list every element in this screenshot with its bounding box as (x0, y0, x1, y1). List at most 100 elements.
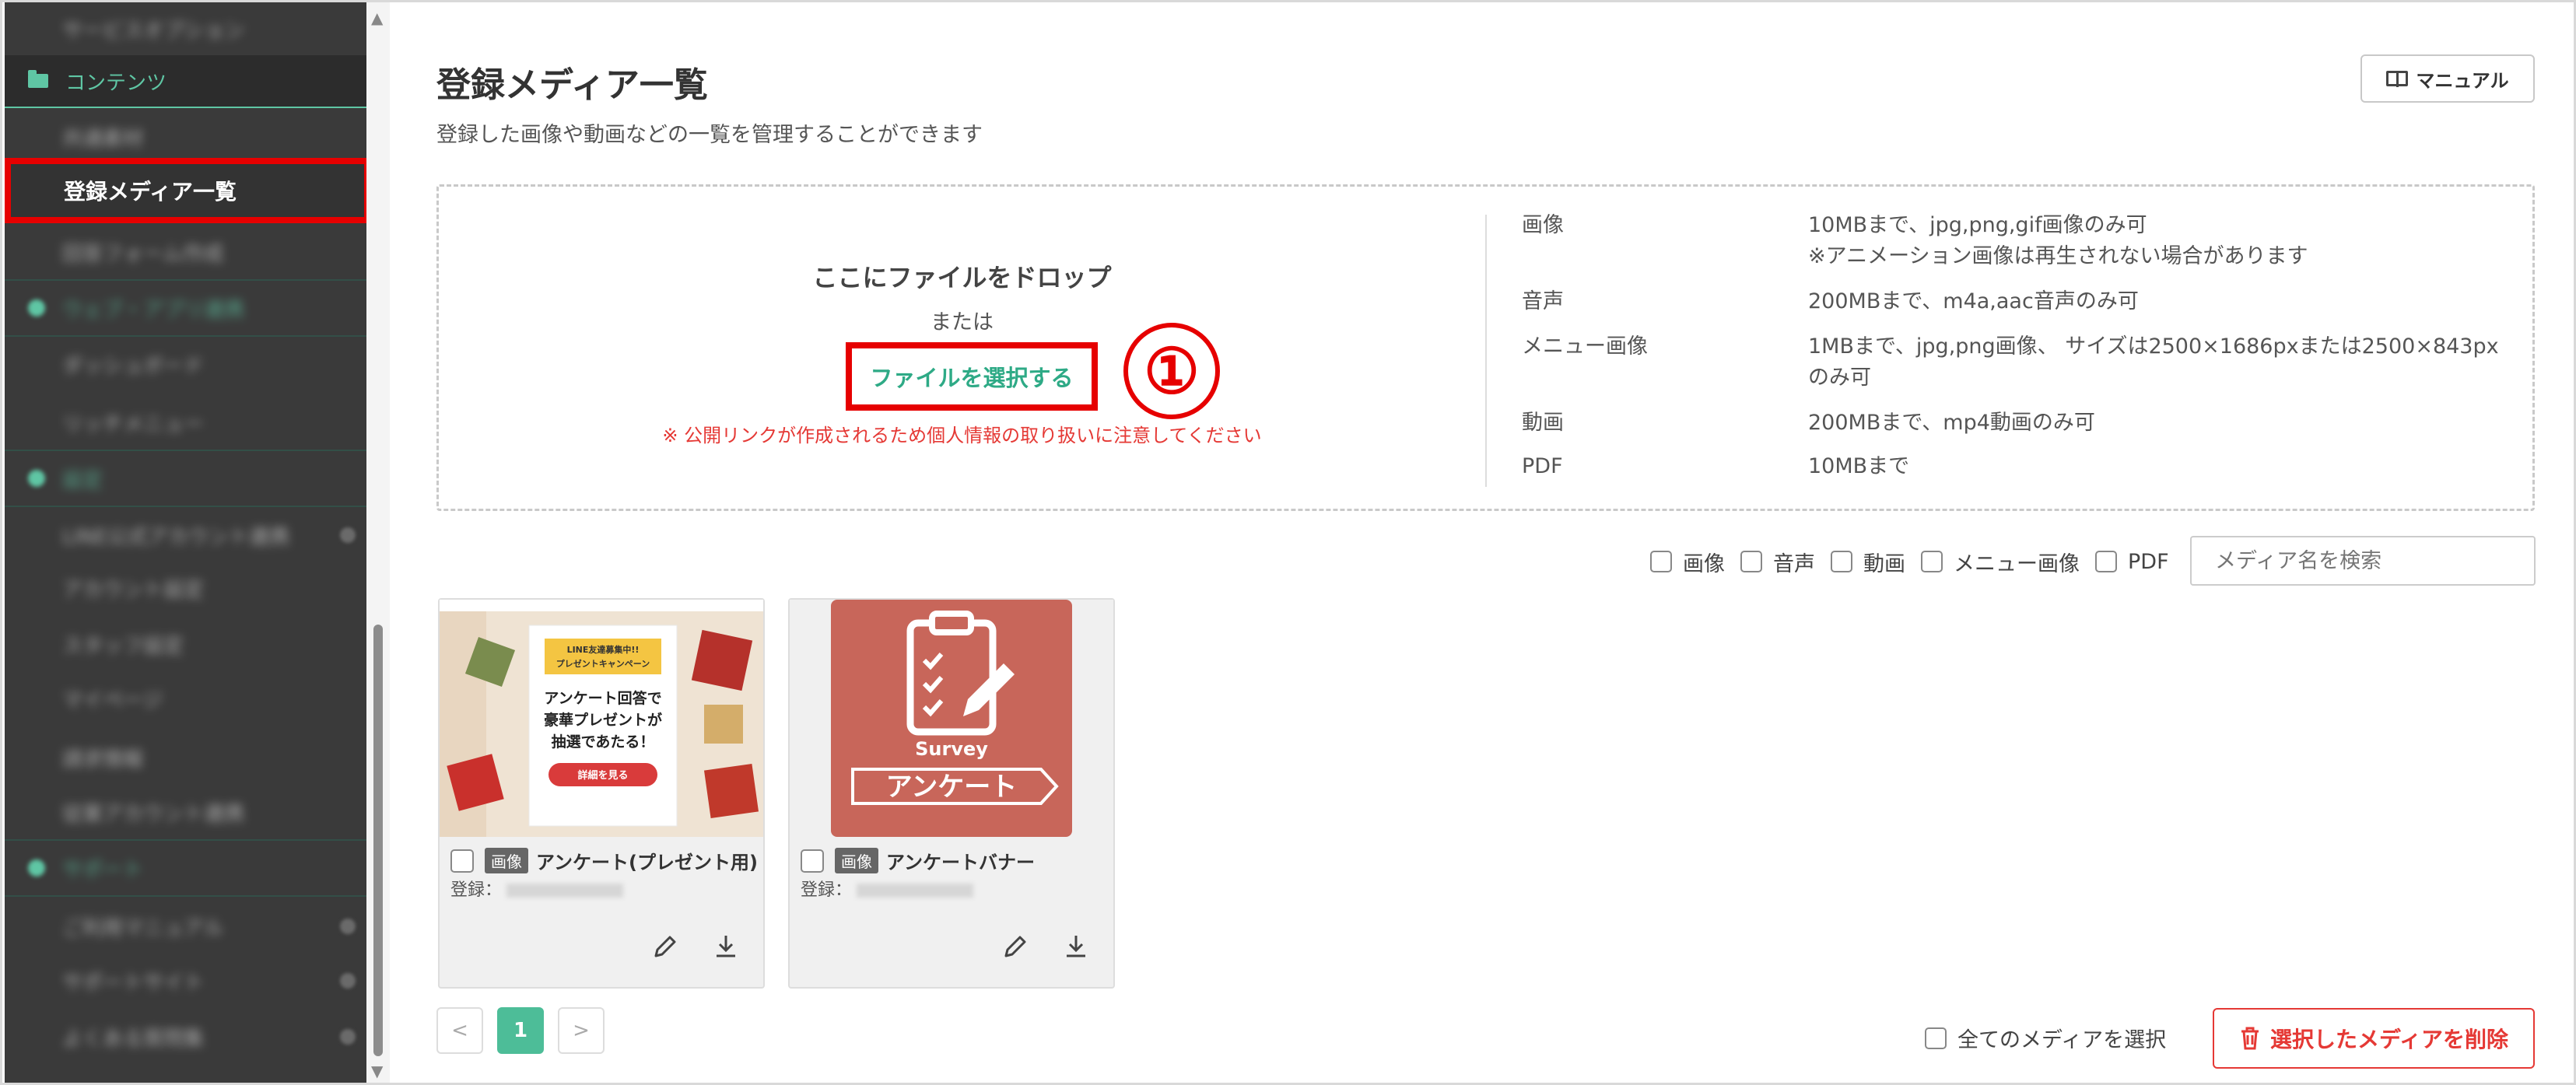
media-registered-date: 登録： (450, 876, 624, 901)
file-dropzone[interactable]: ここにファイルをドロップ または ファイルを選択する ① ※ 公開リンクが作成さ… (436, 184, 2535, 511)
dropzone-or-text: または (931, 310, 994, 334)
registered-label: 登録： (801, 880, 853, 900)
checkbox[interactable] (1740, 551, 1762, 572)
sidebar-item-service-option[interactable]: サービスオプション (5, 2, 366, 55)
sidebar-divider (5, 506, 366, 507)
dropzone-divider (1485, 215, 1487, 487)
sidebar-item-manual[interactable]: ご利用マニュアル (5, 899, 366, 954)
book-icon (2386, 71, 2409, 87)
spec-type: PDF (1522, 454, 1563, 478)
delete-button-label: 選択したメディアを削除 (2269, 1027, 2509, 1052)
select-all-media[interactable]: 全てのメディアを選択 (1925, 1023, 2166, 1053)
sidebar-item-line-account[interactable]: LINE公式アカウント連携 (5, 508, 366, 562)
sidebar-section-label: ウェブ・アプリ連携 (62, 298, 245, 322)
sidebar-item-employee-account[interactable]: 従業アカウント連携 (5, 785, 366, 839)
media-select-checkbox[interactable] (450, 849, 474, 873)
sidebar-section-label: サポート (62, 858, 144, 882)
select-file-button[interactable]: ファイルを選択する (846, 342, 1098, 411)
circle-icon (28, 299, 45, 317)
pencil-icon[interactable] (650, 931, 681, 962)
spec-row-audio: 音声 200MBまで、m4a,aac音声のみ可 (1522, 286, 2525, 331)
pencil-icon[interactable] (1000, 931, 1031, 962)
sidebar-item-label: サービスオプション (62, 19, 245, 43)
page-subtitle: 登録した画像や動画などの一覧を管理することができます (436, 123, 983, 147)
filter-menu-image[interactable]: メニュー画像 (1921, 547, 2080, 577)
sidebar-section-contents[interactable]: コンテンツ (5, 55, 366, 108)
media-type-badge: 画像 (835, 848, 878, 873)
main-content: 登録メディア一覧 登録した画像や動画などの一覧を管理することができます マニュア… (390, 2, 2574, 1083)
sidebar-item-rich-menu[interactable]: リッチメニュー (5, 395, 366, 450)
sidebar-item-label: ご利用マニュアル (62, 916, 224, 940)
sidebar-item-dashboard[interactable]: ダッシュボード (5, 337, 366, 391)
scrollbar-thumb[interactable] (373, 625, 383, 1056)
filter-pdf[interactable]: PDF (2095, 550, 2169, 574)
sidebar-scrollbar[interactable]: ▲ ▼ (366, 2, 390, 1083)
pagination: < 1 > (436, 1007, 619, 1054)
media-thumbnail[interactable]: LINE友達募集中!! プレゼントキャンペーン アンケート回答で 豪華プレゼント… (440, 600, 763, 837)
sidebar-item-label: 従業アカウント連携 (62, 802, 245, 826)
trash-icon (2241, 1027, 2259, 1050)
download-icon[interactable] (1060, 931, 1092, 962)
sidebar-item-billing[interactable]: 請求情報 (5, 730, 366, 785)
delete-selected-button[interactable]: 選択したメディアを削除 (2213, 1008, 2535, 1069)
sidebar-item-label: 請求情報 (62, 747, 144, 772)
filter-audio[interactable]: 音声 (1740, 547, 1815, 577)
sidebar-item-media-list[interactable]: 登録メディア一覧 (5, 158, 366, 223)
media-select-checkbox[interactable] (801, 849, 824, 873)
scroll-down-icon[interactable]: ▼ (371, 1062, 383, 1080)
media-card-meta: 画像 アンケートバナー (801, 847, 1112, 874)
media-card[interactable]: LINE友達募集中!! プレゼントキャンペーン アンケート回答で 豪華プレゼント… (438, 598, 765, 989)
spec-desc: 10MBまで (1808, 454, 1910, 478)
registered-date-blurred (506, 884, 624, 898)
manual-button[interactable]: マニュアル (2360, 54, 2535, 103)
thumb-banner-text: プレゼントキャンペーン (556, 658, 650, 669)
sidebar-item-support-site[interactable]: サポートサイト (5, 954, 366, 1008)
external-link-icon (340, 919, 356, 934)
circle-icon (28, 470, 45, 487)
sidebar-item-label: 登録メディア一覧 (64, 179, 237, 205)
sidebar-item-label: アカウント設定 (62, 578, 205, 602)
filter-image[interactable]: 画像 (1650, 547, 1725, 577)
sidebar-item-label: サポートサイト (62, 971, 205, 995)
thumb-button-text: 詳細を見る (577, 769, 628, 782)
select-all-checkbox[interactable] (1925, 1027, 1947, 1049)
sidebar-section-support[interactable]: サポート (5, 841, 366, 895)
checkbox[interactable] (1650, 551, 1672, 572)
sidebar-section-web-app[interactable]: ウェブ・アプリ連携 (5, 281, 366, 335)
sidebar-item-faq[interactable]: よくある質問集 (5, 1010, 366, 1064)
thumb-survey-en: Survey (915, 738, 988, 760)
scroll-up-icon[interactable]: ▲ (371, 9, 383, 27)
sidebar-item-staff-settings[interactable]: スタッフ設定 (5, 617, 366, 671)
media-search-input[interactable] (2190, 536, 2536, 586)
sidebar-item-common-materials[interactable]: 共通素材 (5, 110, 366, 164)
media-thumbnail[interactable]: Survey アンケート (790, 600, 1113, 837)
pagination-next[interactable]: > (558, 1007, 605, 1054)
filter-label: 動画 (1863, 551, 1905, 576)
sidebar-section-settings[interactable]: 設定 (5, 451, 366, 506)
privacy-warning: ※ 公開リンクが作成されるため個人情報の取り扱いに注意してください (662, 425, 1262, 446)
step-number-annotation: ① (1123, 323, 1220, 419)
sidebar-item-mypage[interactable]: マイページ (5, 671, 366, 726)
sidebar-item-label: ダッシュボード (62, 354, 205, 378)
media-card[interactable]: Survey アンケート 画像 アンケートバナー 登録： (788, 598, 1115, 989)
dropzone-upload-area: ここにファイルをドロップ または ファイルを選択する ① ※ 公開リンクが作成さ… (439, 187, 1485, 509)
download-icon[interactable] (710, 931, 741, 962)
sidebar-item-account-settings[interactable]: アカウント設定 (5, 561, 366, 615)
spec-desc: 200MBまで、m4a,aac音声のみ可 (1808, 289, 2139, 313)
dropzone-title: ここにファイルをドロップ (812, 263, 1112, 292)
pagination-page-current[interactable]: 1 (497, 1007, 544, 1054)
external-link-icon (340, 1029, 356, 1045)
spec-type: メニュー画像 (1522, 334, 1648, 359)
checkbox[interactable] (1921, 551, 1943, 572)
checkbox[interactable] (2095, 551, 2117, 572)
external-link-icon (340, 527, 356, 543)
filter-label: 画像 (1683, 551, 1725, 576)
thumb-survey-jp: アンケート (886, 772, 1018, 803)
filter-video[interactable]: 動画 (1831, 547, 1905, 577)
checkbox[interactable] (1831, 551, 1852, 572)
sidebar-item-form-builder[interactable]: 回答フォーム作成 (5, 225, 366, 279)
pagination-prev[interactable]: < (436, 1007, 483, 1054)
registered-label: 登録： (450, 880, 503, 900)
sidebar: サービスオプション コンテンツ 共通素材 登録メディア一覧 回答フォーム作成 ウ… (5, 2, 366, 1083)
app-window: サービスオプション コンテンツ 共通素材 登録メディア一覧 回答フォーム作成 ウ… (0, 0, 2576, 1085)
